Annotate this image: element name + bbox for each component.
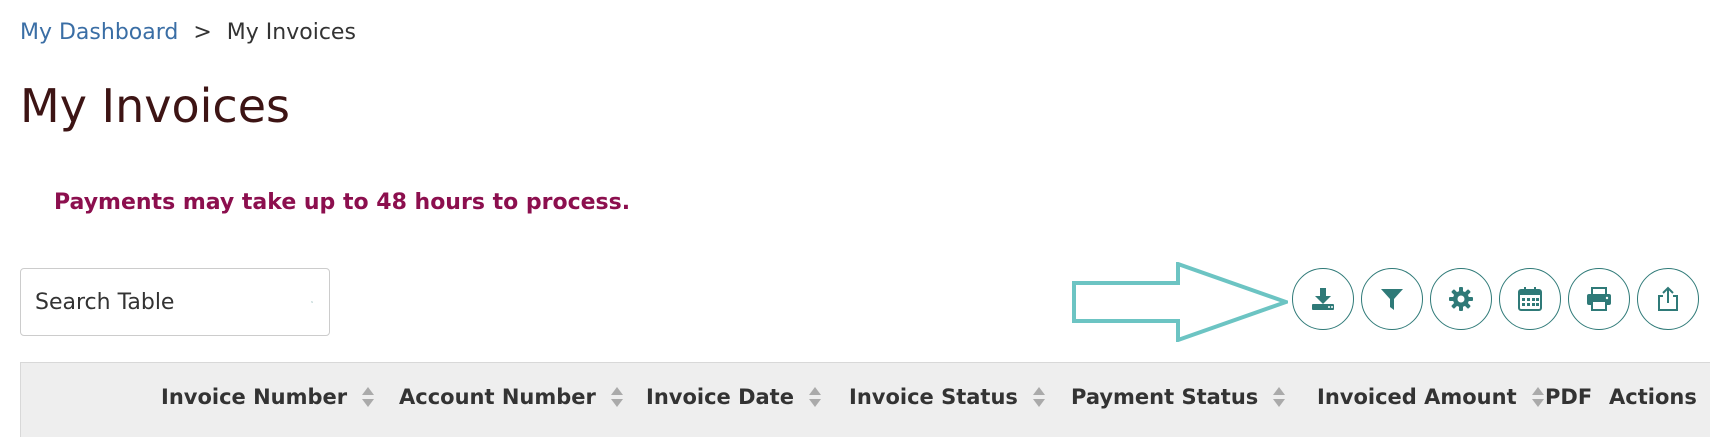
filter-button[interactable] — [1361, 268, 1423, 330]
breadcrumb-separator: > — [193, 20, 212, 45]
sort-icon[interactable] — [1272, 385, 1286, 409]
search-box — [20, 268, 330, 336]
column-header-pdf: PDF — [1545, 385, 1592, 409]
column-label: Account Number — [399, 385, 596, 409]
printer-icon — [1587, 287, 1611, 311]
column-label: PDF — [1545, 385, 1593, 409]
column-header-account-number[interactable]: Account Number — [399, 385, 624, 409]
page-title: My Invoices — [20, 79, 290, 133]
table-toolbar — [1292, 268, 1706, 330]
sort-icon[interactable] — [808, 385, 822, 409]
gear-icon — [1449, 287, 1473, 311]
search-icon[interactable] — [311, 286, 313, 318]
column-header-invoice-date[interactable]: Invoice Date — [646, 385, 822, 409]
download-icon — [1312, 288, 1334, 310]
share-button[interactable] — [1637, 268, 1699, 330]
invoice-table-header: Invoice Number Account Number Invoice Da… — [20, 362, 1710, 437]
download-button[interactable] — [1292, 268, 1354, 330]
column-label: Invoice Date — [646, 385, 794, 409]
column-header-payment-status[interactable]: Payment Status — [1071, 385, 1286, 409]
column-label: Invoice Status — [849, 385, 1018, 409]
column-label: Actions — [1609, 385, 1697, 409]
column-label: Payment Status — [1071, 385, 1259, 409]
column-header-invoice-status[interactable]: Invoice Status — [849, 385, 1046, 409]
callout-arrow — [1072, 262, 1288, 342]
sort-icon[interactable] — [1531, 385, 1545, 409]
payment-notice: Payments may take up to 48 hours to proc… — [54, 190, 631, 215]
calendar-icon — [1518, 287, 1542, 311]
sort-icon[interactable] — [610, 385, 624, 409]
column-header-actions: Actions — [1609, 385, 1697, 409]
filter-icon — [1381, 289, 1403, 310]
sort-icon[interactable] — [361, 385, 375, 409]
calendar-button[interactable] — [1499, 268, 1561, 330]
column-label: Invoice Number — [161, 385, 348, 409]
settings-button[interactable] — [1430, 268, 1492, 330]
column-header-invoiced-amount[interactable]: Invoiced Amount — [1317, 385, 1545, 409]
search-input[interactable] — [33, 288, 311, 316]
sort-icon[interactable] — [1032, 385, 1046, 409]
breadcrumb-link-dashboard[interactable]: My Dashboard — [20, 20, 178, 45]
breadcrumb-current: My Invoices — [226, 20, 356, 45]
breadcrumb: My Dashboard > My Invoices — [20, 20, 356, 45]
column-label: Invoiced Amount — [1317, 385, 1517, 409]
print-button[interactable] — [1568, 268, 1630, 330]
share-icon — [1658, 286, 1678, 311]
column-header-invoice-number[interactable]: Invoice Number — [161, 385, 375, 409]
